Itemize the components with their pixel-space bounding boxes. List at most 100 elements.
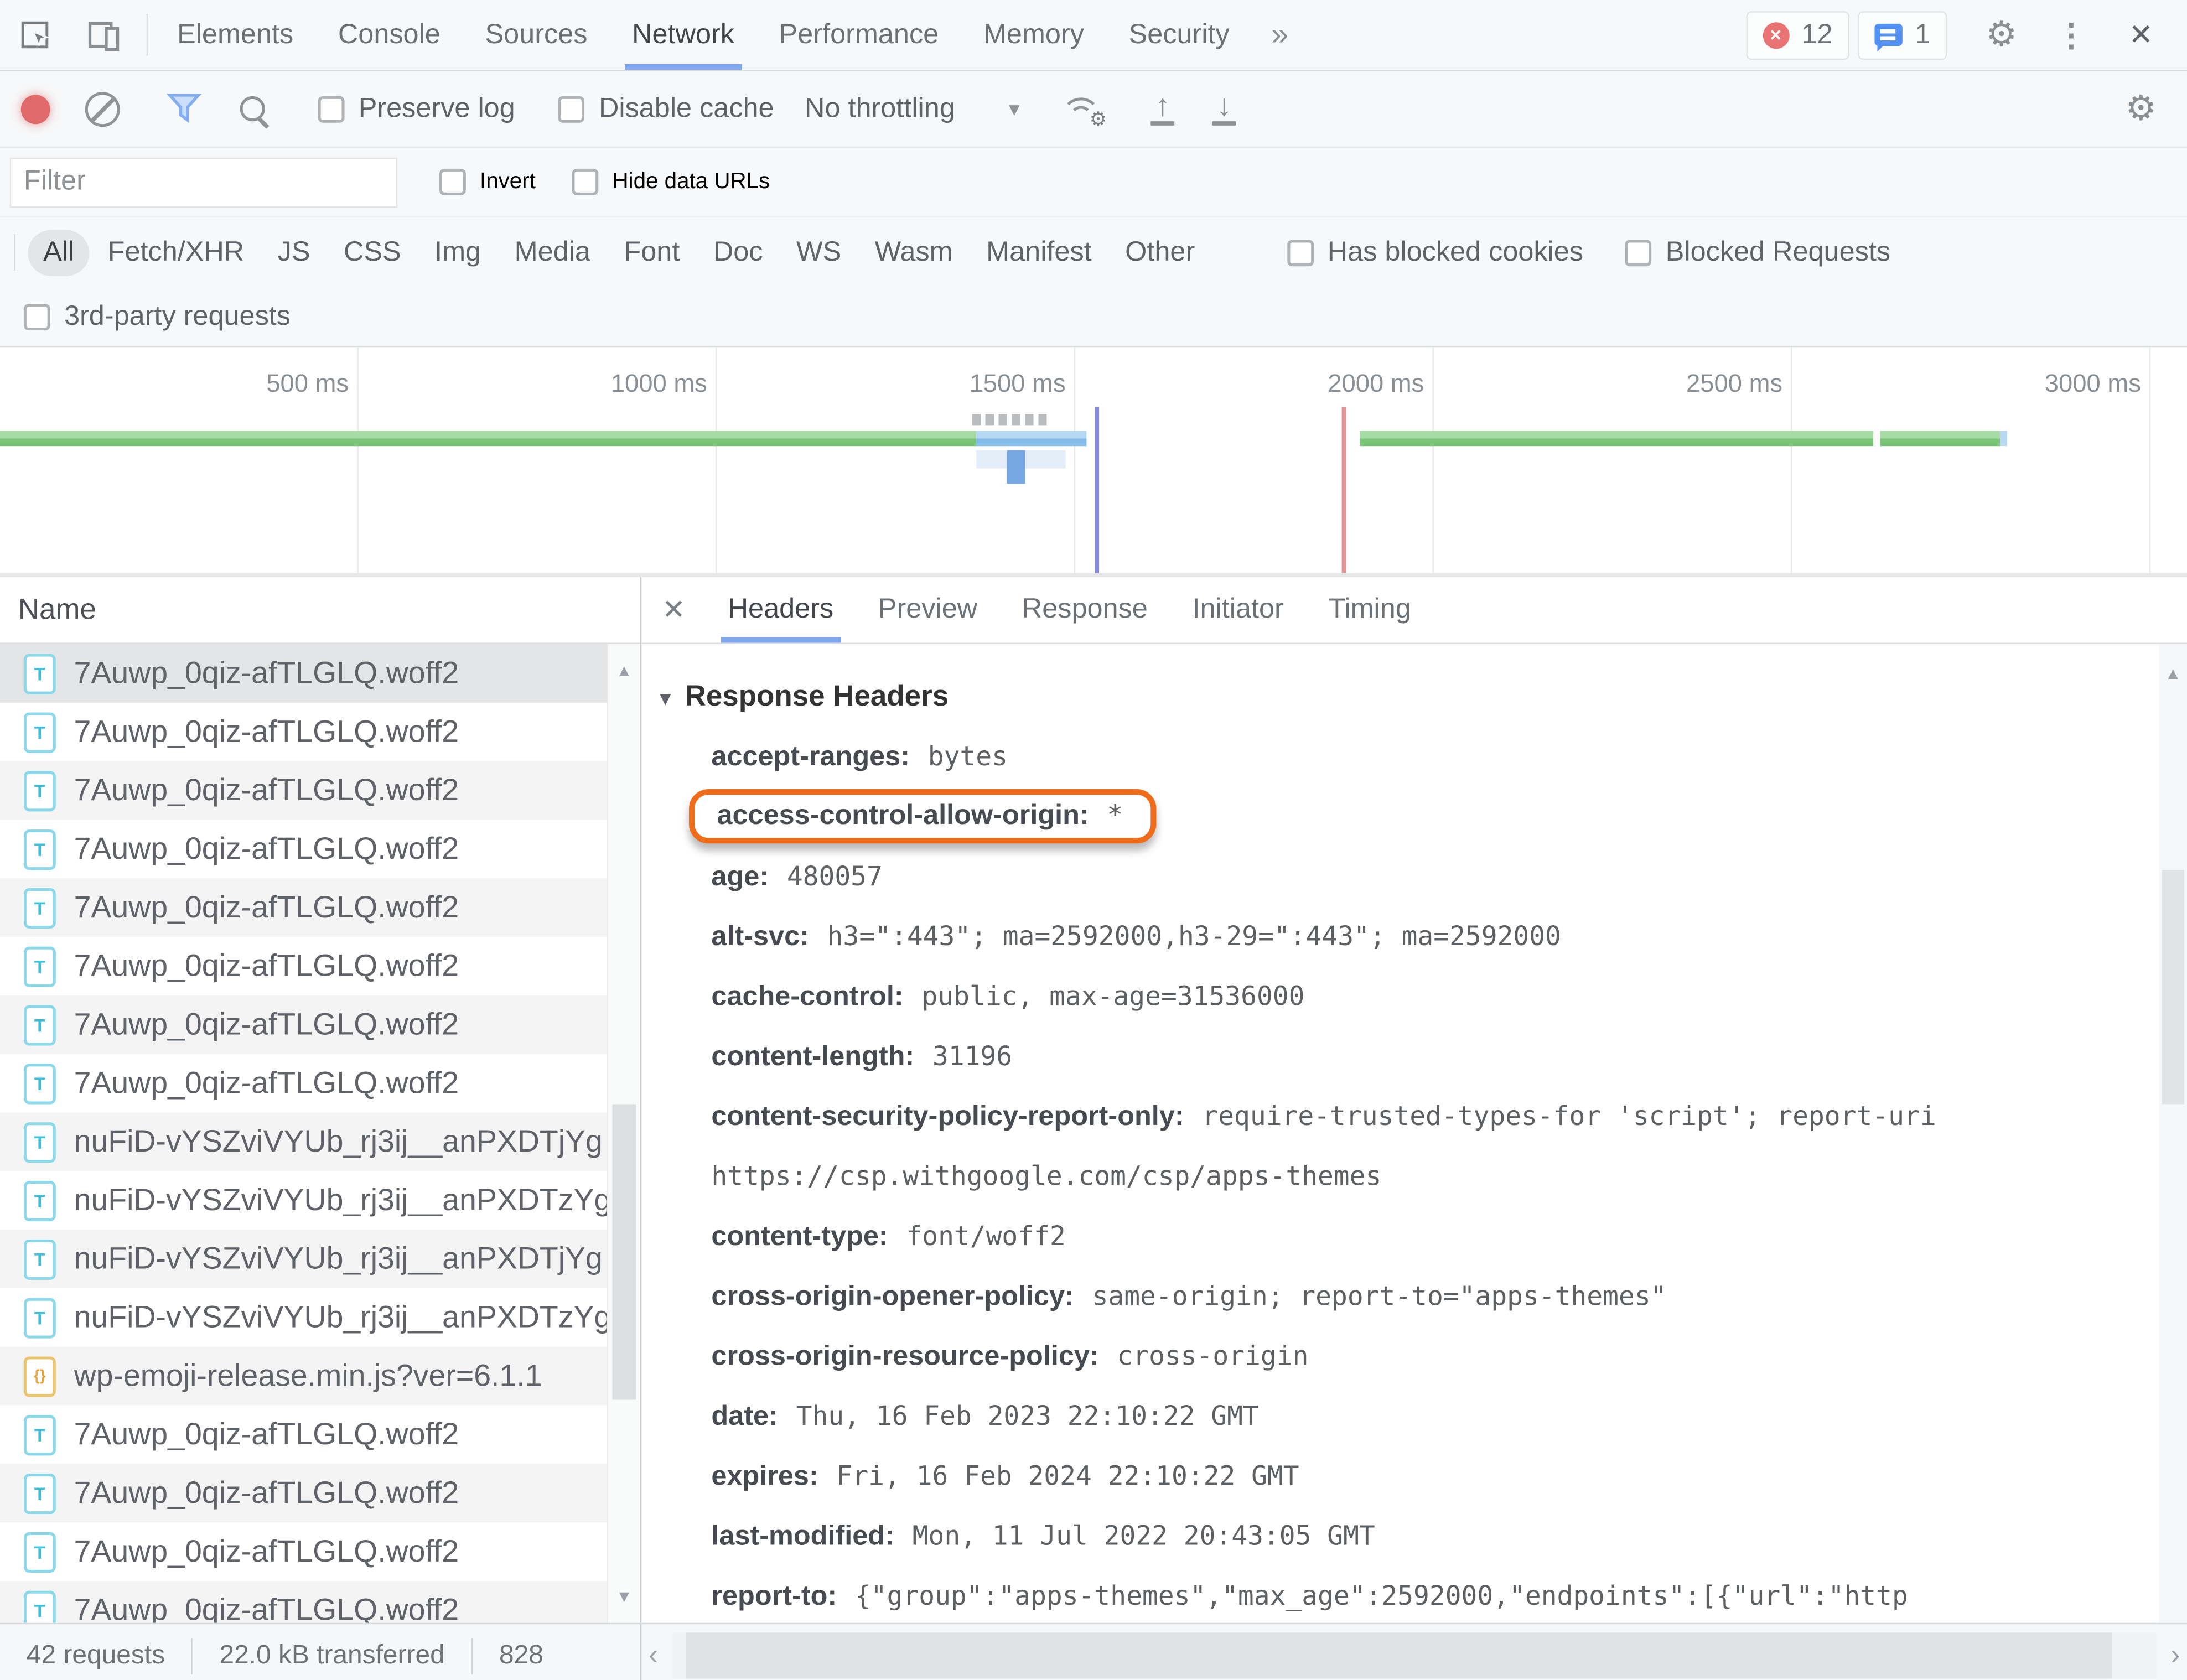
scroll-up-icon[interactable]: ▲ xyxy=(2159,663,2187,683)
request-row[interactable]: T 7Auwp_0qiz-afTLGLQ.woff2 xyxy=(0,937,608,995)
request-name: nuFiD-vYSZviVYUb_rj3ij__anPXDTjYg xyxy=(74,1241,603,1277)
blocked-requests-checkbox[interactable] xyxy=(1625,239,1652,266)
filter-input[interactable] xyxy=(10,157,398,207)
filter-toggle-button[interactable] xyxy=(149,92,219,125)
type-filter-chip[interactable]: Fetch/XHR xyxy=(92,229,260,275)
scroll-up-icon[interactable]: ▲ xyxy=(608,661,640,680)
response-headers-section-title[interactable]: ▾Response Headers xyxy=(641,666,2159,728)
hide-data-urls-checkbox[interactable] xyxy=(572,169,598,195)
detail-tab[interactable]: Timing xyxy=(1306,577,1433,642)
close-detail-icon[interactable]: ✕ xyxy=(641,577,706,642)
request-row[interactable]: T nuFiD-vYSZviVYUb_rj3ij__anPXDTjYg xyxy=(0,1230,608,1288)
scroll-left-icon[interactable]: ‹ xyxy=(649,1640,658,1672)
resource-type-icon: T xyxy=(24,712,56,752)
request-row[interactable]: T 7Auwp_0qiz-afTLGLQ.woff2 xyxy=(0,644,608,703)
detail-tab[interactable]: Headers xyxy=(706,577,856,642)
response-header-row: date:Thu, 16 Feb 2023 22:10:22 GMT xyxy=(641,1387,2159,1447)
detail-tab[interactable]: Response xyxy=(999,577,1170,642)
request-row[interactable]: T 7Auwp_0qiz-afTLGLQ.woff2 xyxy=(0,1464,608,1522)
request-row[interactable]: T nuFiD-vYSZviVYUb_rj3ij__anPXDTzYg xyxy=(0,1171,608,1230)
horizontal-scrollbar[interactable] xyxy=(672,1632,2157,1678)
close-devtools-icon[interactable]: ✕ xyxy=(2106,17,2176,52)
disable-cache-label: Disable cache xyxy=(599,93,774,125)
header-value: require-trusted-types-for 'script'; repo… xyxy=(1202,1101,1936,1132)
type-filter-chip[interactable]: JS xyxy=(262,229,325,275)
type-filter-chip[interactable]: Font xyxy=(609,229,695,275)
has-blocked-cookies-checkbox[interactable] xyxy=(1287,239,1314,266)
request-name: 7Auwp_0qiz-afTLGLQ.woff2 xyxy=(74,831,459,868)
type-filter-chip[interactable]: Doc xyxy=(698,229,778,275)
request-row[interactable]: T 7Auwp_0qiz-afTLGLQ.woff2 xyxy=(0,995,608,1054)
type-filter-chip[interactable]: Wasm xyxy=(859,229,968,275)
detail-scrollbar[interactable]: ▲ xyxy=(2159,644,2187,1623)
import-har-button[interactable]: ↑ xyxy=(1132,92,1194,125)
name-column-header[interactable]: Name xyxy=(0,577,640,644)
main-tab[interactable]: Memory xyxy=(961,0,1107,70)
main-tab[interactable]: Elements xyxy=(155,0,316,70)
search-button[interactable] xyxy=(219,96,286,121)
request-name: 7Auwp_0qiz-afTLGLQ.woff2 xyxy=(74,1475,459,1512)
detail-tab[interactable]: Preview xyxy=(856,577,1000,642)
response-header-row: age:480057 xyxy=(641,848,2159,908)
resource-type-icon: T xyxy=(24,888,56,928)
timeline-gridline: 3000 ms xyxy=(2149,347,2151,573)
request-detail-panel: ✕ HeadersPreviewResponseInitiatorTiming … xyxy=(641,577,2187,1623)
export-har-button[interactable]: ↓ xyxy=(1194,92,1255,125)
main-tab[interactable]: Network xyxy=(610,0,757,70)
request-name: 7Auwp_0qiz-afTLGLQ.woff2 xyxy=(74,889,459,926)
scrollbar-thumb[interactable] xyxy=(2162,870,2184,1104)
request-row[interactable]: T nuFiD-vYSZviVYUb_rj3ij__anPXDTjYg xyxy=(0,1113,608,1171)
record-button[interactable] xyxy=(0,94,70,123)
scrollbar-thumb[interactable] xyxy=(612,1104,636,1399)
inspect-element-icon[interactable] xyxy=(0,0,70,70)
request-row[interactable]: T 7Auwp_0qiz-afTLGLQ.woff2 xyxy=(0,1581,608,1623)
response-header-row: cache-control:public, max-age=31536000 xyxy=(641,968,2159,1028)
error-count-badge[interactable]: ✕ 12 xyxy=(1746,11,1849,59)
third-party-option: 3rd-party requests xyxy=(24,300,291,333)
clear-button[interactable] xyxy=(70,91,134,126)
request-row[interactable]: T 7Auwp_0qiz-afTLGLQ.woff2 xyxy=(0,1054,608,1113)
network-settings-gear-icon[interactable]: ⚙ xyxy=(2106,88,2176,130)
third-party-checkbox[interactable] xyxy=(24,303,50,330)
main-tab[interactable]: Console xyxy=(316,0,463,70)
request-name: nuFiD-vYSZviVYUb_rj3ij__anPXDTzYg xyxy=(74,1183,608,1219)
header-value: public, max-age=31536000 xyxy=(922,982,1305,1012)
request-row[interactable]: T 7Auwp_0qiz-afTLGLQ.woff2 xyxy=(0,878,608,937)
issues-badge[interactable]: 1 xyxy=(1858,11,1947,59)
request-row[interactable]: T 7Auwp_0qiz-afTLGLQ.woff2 xyxy=(0,820,608,878)
network-conditions-icon[interactable]: ⚙ xyxy=(1060,92,1102,125)
request-row[interactable]: T nuFiD-vYSZviVYUb_rj3ij__anPXDTzYg xyxy=(0,1288,608,1347)
main-tab[interactable]: Sources xyxy=(463,0,610,70)
type-filter-chip[interactable]: All xyxy=(28,229,89,275)
type-filter-chip[interactable]: Other xyxy=(1110,229,1210,275)
kebab-menu-icon[interactable]: ⋮ xyxy=(2036,16,2106,54)
type-filter-chip[interactable]: Media xyxy=(499,229,606,275)
type-filter-chip[interactable]: Img xyxy=(419,229,496,275)
more-tabs-icon[interactable]: » xyxy=(1252,0,1308,70)
type-filter-chip[interactable]: CSS xyxy=(328,229,416,275)
settings-gear-icon[interactable]: ⚙ xyxy=(1967,14,2036,56)
request-row[interactable]: T 7Auwp_0qiz-afTLGLQ.woff2 xyxy=(0,1522,608,1581)
disable-cache-checkbox[interactable] xyxy=(558,96,585,122)
request-list-scrollbar[interactable]: ▲ ▼ xyxy=(607,644,640,1623)
request-row[interactable]: T 7Auwp_0qiz-afTLGLQ.woff2 xyxy=(0,1406,608,1464)
header-line: report-to:{"group":"apps-themes","max_ag… xyxy=(711,1586,1908,1610)
type-filter-chip[interactable]: WS xyxy=(781,229,857,275)
request-row[interactable]: {} wp-emoji-release.min.js?ver=6.1.1 xyxy=(0,1347,608,1406)
request-row[interactable]: T 7Auwp_0qiz-afTLGLQ.woff2 xyxy=(0,761,608,820)
scroll-right-icon[interactable]: › xyxy=(2171,1640,2180,1672)
scrollbar-thumb[interactable] xyxy=(686,1632,2112,1678)
preserve-log-checkbox[interactable] xyxy=(318,96,345,122)
request-row[interactable]: T 7Auwp_0qiz-afTLGLQ.woff2 xyxy=(0,703,608,761)
type-filter-chip[interactable]: Manifest xyxy=(971,229,1107,275)
device-toolbar-icon[interactable] xyxy=(70,0,139,70)
scroll-down-icon[interactable]: ▼ xyxy=(608,1586,640,1606)
invert-checkbox[interactable] xyxy=(439,169,466,195)
main-tab[interactable]: Security xyxy=(1106,0,1252,70)
main-tab[interactable]: Performance xyxy=(756,0,961,70)
detail-tab[interactable]: Initiator xyxy=(1170,577,1306,642)
throttling-dropdown[interactable]: No throttling ▼ xyxy=(805,93,1023,125)
network-toolbar: Preserve log Disable cache No throttling… xyxy=(0,71,2187,148)
header-line: content-length:31196 xyxy=(711,1047,1012,1071)
network-overview-timeline[interactable]: 500 ms 1000 ms 1500 ms 2000 ms 2500 ms 3… xyxy=(0,347,2187,577)
